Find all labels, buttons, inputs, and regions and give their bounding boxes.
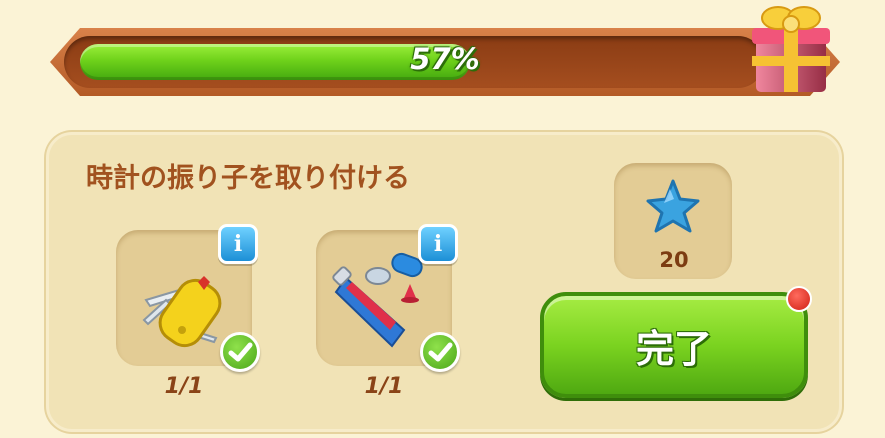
info-icon: i	[433, 231, 443, 257]
item-info-button[interactable]: i	[418, 224, 458, 264]
done-button-label: 完了	[635, 327, 712, 371]
item-count: 1/1	[164, 374, 204, 399]
reward-value: 20	[659, 248, 689, 272]
check-icon	[420, 332, 460, 372]
item-count: 1/1	[364, 374, 404, 399]
check-icon	[220, 332, 260, 372]
blue-star-icon	[646, 179, 700, 233]
gift-box-icon[interactable]	[748, 0, 832, 100]
notification-dot	[786, 286, 812, 312]
task-title: 時計の振り子を取り付ける	[86, 163, 410, 194]
item-info-button[interactable]: i	[218, 224, 258, 264]
info-icon: i	[233, 231, 243, 257]
progress-label: 57%	[410, 42, 480, 76]
